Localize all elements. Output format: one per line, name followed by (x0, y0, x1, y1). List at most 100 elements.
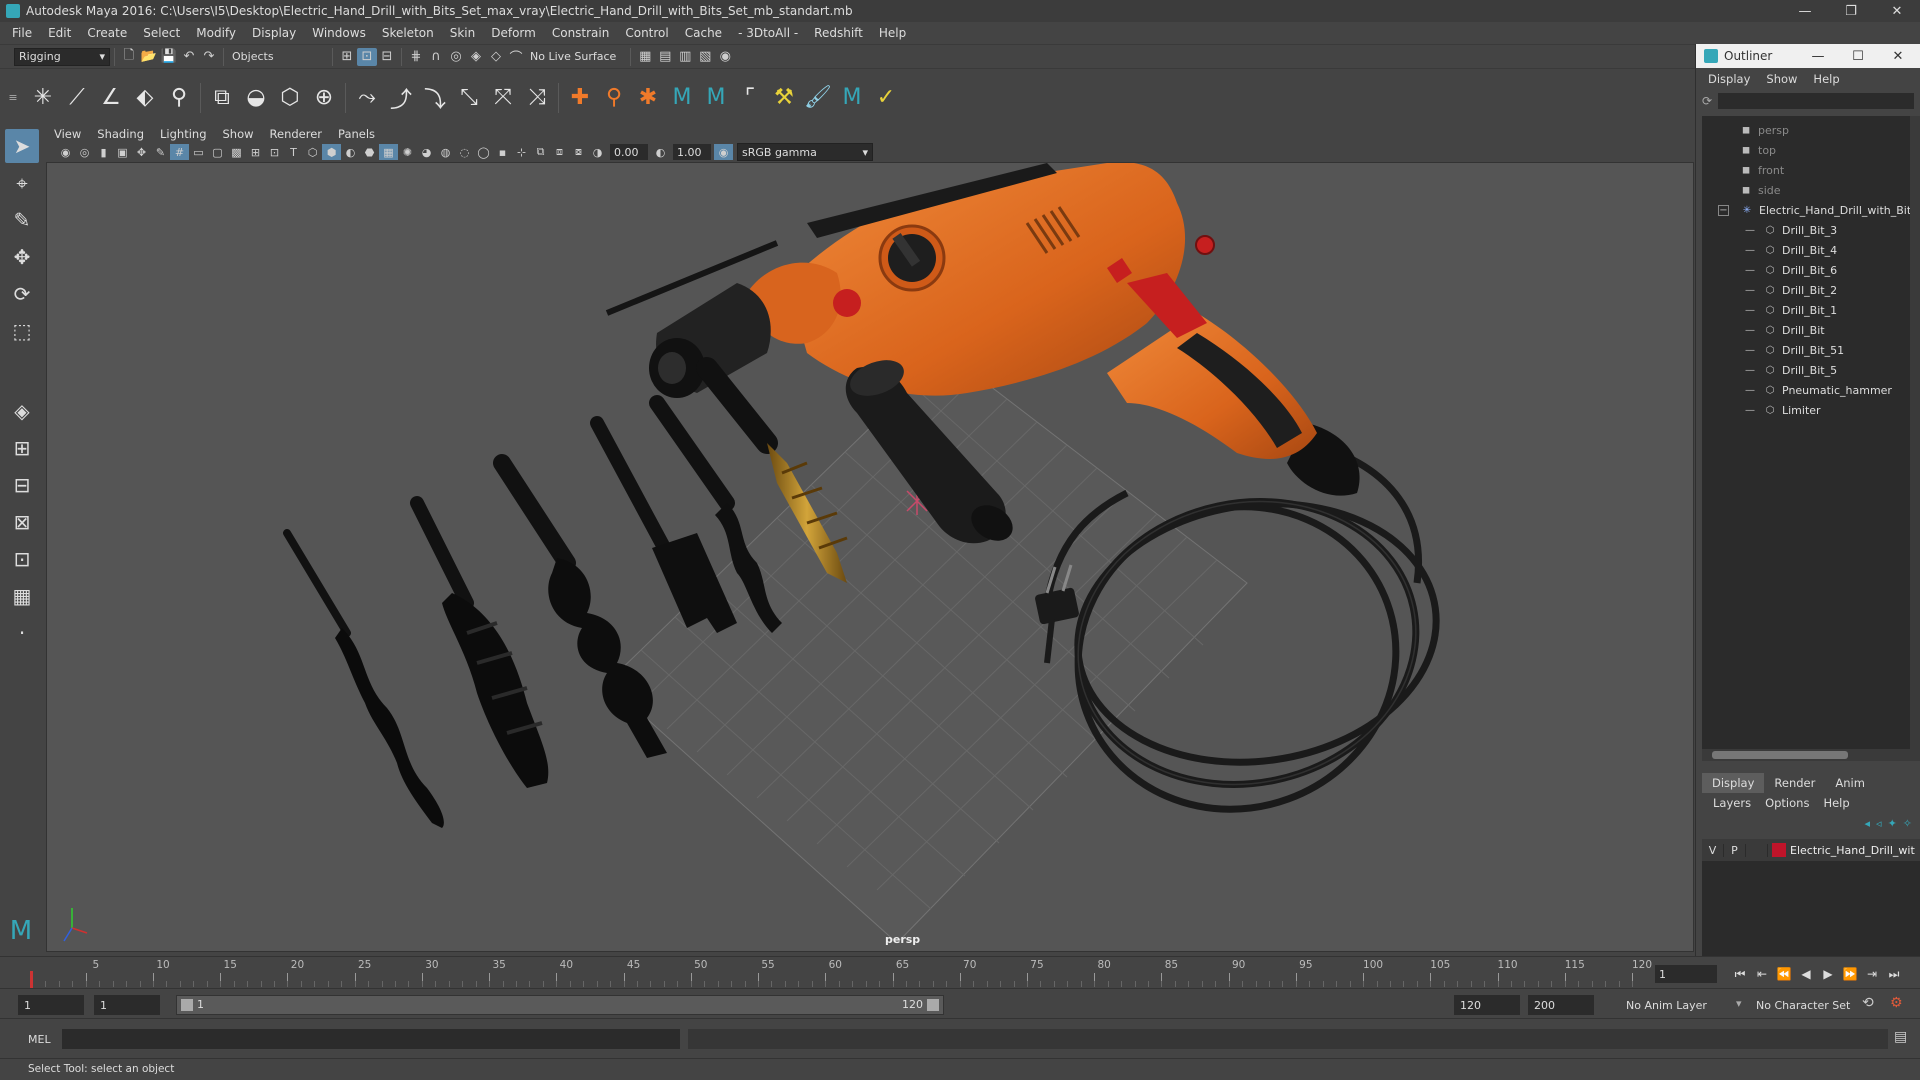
outliner-menu-show[interactable]: Show (1758, 72, 1805, 86)
menu-cache[interactable]: Cache (677, 26, 730, 40)
animation-end-field[interactable]: 200 (1528, 995, 1594, 1015)
layer-visibility-toggle[interactable]: V (1702, 843, 1724, 857)
select-object-icon[interactable]: ⊡ (357, 47, 377, 66)
time-slider[interactable]: 1510152025303540455055606570758085909510… (0, 956, 1920, 989)
screen-space-ao-icon[interactable]: ◍ (436, 144, 455, 160)
move-layer-down-icon[interactable]: ◃ (1876, 817, 1882, 830)
open-scene-icon[interactable]: 📂 (139, 48, 159, 66)
color-management-icon[interactable]: ◉ (714, 144, 733, 160)
ik-handle-icon[interactable]: ⟋ (60, 81, 94, 115)
persp-graph-layout-icon[interactable]: ⊠ (5, 505, 39, 539)
menu-redshift[interactable]: Redshift (806, 26, 871, 40)
camera-icon[interactable]: ◉ (56, 144, 75, 160)
constraint-pole-icon[interactable]: ⤨ (520, 81, 554, 115)
menu-set-dropdown[interactable]: Rigging ▾ (14, 47, 110, 66)
outliner-horizontal-scrollbar[interactable] (1702, 749, 1920, 761)
render-sequence-icon[interactable]: ▤ (655, 48, 675, 66)
outliner-menu-help[interactable]: Help (1805, 72, 1847, 86)
tab-display[interactable]: Display (1702, 773, 1765, 793)
gamma-icon[interactable]: ◐ (651, 144, 670, 160)
constraint-orient-icon[interactable]: ⤵ (418, 81, 452, 115)
step-back-key-icon[interactable]: ⏪ (1774, 965, 1794, 983)
new-scene-icon[interactable]: 🗋 (119, 48, 139, 66)
snap-grid-icon[interactable]: ⋕ (406, 48, 426, 66)
animation-prefs-icon[interactable]: ⚙ (1890, 995, 1903, 1011)
menu-deform[interactable]: Deform (483, 26, 544, 40)
step-forward-key-icon[interactable]: ⏩ (1840, 965, 1860, 983)
layer-display-type[interactable] (1746, 843, 1768, 857)
vp-menu-view[interactable]: View (46, 127, 89, 141)
range-end-handle[interactable] (927, 999, 939, 1011)
outliner-item-limiter[interactable]: — ⬡ Limiter (1742, 400, 1920, 420)
grease-pencil-icon[interactable]: ✎ (151, 144, 170, 160)
ik-spline-icon[interactable]: ∠ (94, 81, 128, 115)
constraint-aim-icon[interactable]: ⤧ (486, 81, 520, 115)
wireframe-on-shaded-icon[interactable]: ⬣ (360, 144, 379, 160)
outliner-item-front[interactable]: ◼ front (1738, 160, 1920, 180)
menu-control[interactable]: Control (617, 26, 676, 40)
redo-icon[interactable]: ↷ (199, 48, 219, 66)
layer-color-swatch[interactable] (1772, 843, 1786, 857)
go-to-end-icon[interactable]: ⏭ (1884, 965, 1904, 983)
move-layer-up-icon[interactable]: ◂ (1865, 817, 1871, 830)
locator-icon[interactable]: ✚ (563, 81, 597, 115)
scale-tool-icon[interactable]: ⬚ (5, 314, 39, 348)
menu-file[interactable]: File (4, 26, 40, 40)
step-forward-frame-icon[interactable]: ⇥ (1862, 965, 1882, 983)
safe-action-icon[interactable]: ⊡ (265, 144, 284, 160)
rotate-tool-icon[interactable]: ⟳ (5, 277, 39, 311)
vp-menu-panels[interactable]: Panels (330, 127, 383, 141)
menu-windows[interactable]: Windows (304, 26, 374, 40)
go-to-start-icon[interactable]: ⏮ (1730, 965, 1750, 983)
snap-surface-icon[interactable]: ◇ (486, 48, 506, 66)
outliner-vertical-scrollbar[interactable] (1910, 116, 1920, 749)
outliner-menu-display[interactable]: Display (1700, 72, 1758, 86)
outliner-item-top[interactable]: ◼ top (1738, 140, 1920, 160)
smooth-shade-icon[interactable]: ⬢ (322, 144, 341, 160)
menu-modify[interactable]: Modify (188, 26, 244, 40)
move-tool-icon[interactable]: ✥ (5, 240, 39, 274)
safe-title-icon[interactable]: T (284, 144, 303, 160)
outliner-item-drill-bit[interactable]: — ⬡ Drill_Bit (1742, 320, 1920, 340)
menu-edit[interactable]: Edit (40, 26, 79, 40)
layer-menu-layers[interactable]: Layers (1706, 796, 1758, 810)
ipr-render-icon[interactable]: ▥ (675, 48, 695, 66)
outliner-search-input[interactable] (1718, 93, 1914, 109)
filter-toggle-icon[interactable]: ⟳ (1702, 94, 1712, 108)
gate-mask-icon[interactable]: ▩ (227, 144, 246, 160)
lights-icon[interactable]: ✺ (398, 144, 417, 160)
play-forwards-icon[interactable]: ▶ (1818, 965, 1838, 983)
layer-row[interactable]: V P Electric_Hand_Drill_wit (1702, 839, 1920, 861)
tab-anim[interactable]: Anim (1825, 773, 1875, 793)
snap-point-icon[interactable]: ◎ (446, 48, 466, 66)
tab-render[interactable]: Render (1764, 773, 1825, 793)
vp-menu-lighting[interactable]: Lighting (152, 127, 214, 141)
blank-shelf-icon[interactable]: ⌜ (733, 81, 767, 115)
menu-constrain[interactable]: Constrain (544, 26, 618, 40)
selection-mode-dropdown[interactable]: Objects (228, 47, 328, 66)
outliner-item-drill-bit-2[interactable]: — ⬡ Drill_Bit_2 (1742, 280, 1920, 300)
persp-outliner-layout-icon[interactable]: ⊟ (5, 468, 39, 502)
playback-start-field[interactable]: 1 (94, 995, 160, 1015)
range-start-handle[interactable] (181, 999, 193, 1011)
field-chart-icon[interactable]: ⊞ (246, 144, 265, 160)
brush-tool-icon[interactable]: 🖌 (801, 81, 835, 115)
hypershade-layout-icon[interactable]: ⊡ (5, 542, 39, 576)
custom-layout-icon[interactable]: · (5, 616, 39, 650)
paint-select-icon[interactable]: ✎ (5, 203, 39, 237)
2d-pan-icon[interactable]: ✥ (132, 144, 151, 160)
default-material-icon[interactable]: ◐ (341, 144, 360, 160)
menu-3dtoall[interactable]: - 3DtoAll - (730, 26, 806, 40)
render-frame-icon[interactable]: ▦ (635, 48, 655, 66)
xray-icon[interactable]: ⧉ (531, 144, 550, 160)
outliner-item-drill-bit-3[interactable]: — ⬡ Drill_Bit_3 (1742, 220, 1920, 240)
bind-skin-icon[interactable]: ⧉ (205, 81, 239, 115)
maya-script-3-icon[interactable]: M (835, 81, 869, 115)
new-layer-selected-icon[interactable]: ✧ (1903, 817, 1912, 830)
motion-blur-icon[interactable]: ◌ (455, 144, 474, 160)
vp-menu-shading[interactable]: Shading (89, 127, 152, 141)
vp-menu-renderer[interactable]: Renderer (262, 127, 331, 141)
outliner-item-persp[interactable]: ◼ persp (1738, 120, 1920, 140)
bookmark-icon[interactable]: ▮ (94, 144, 113, 160)
outliner-close-button[interactable]: ✕ (1878, 44, 1918, 68)
